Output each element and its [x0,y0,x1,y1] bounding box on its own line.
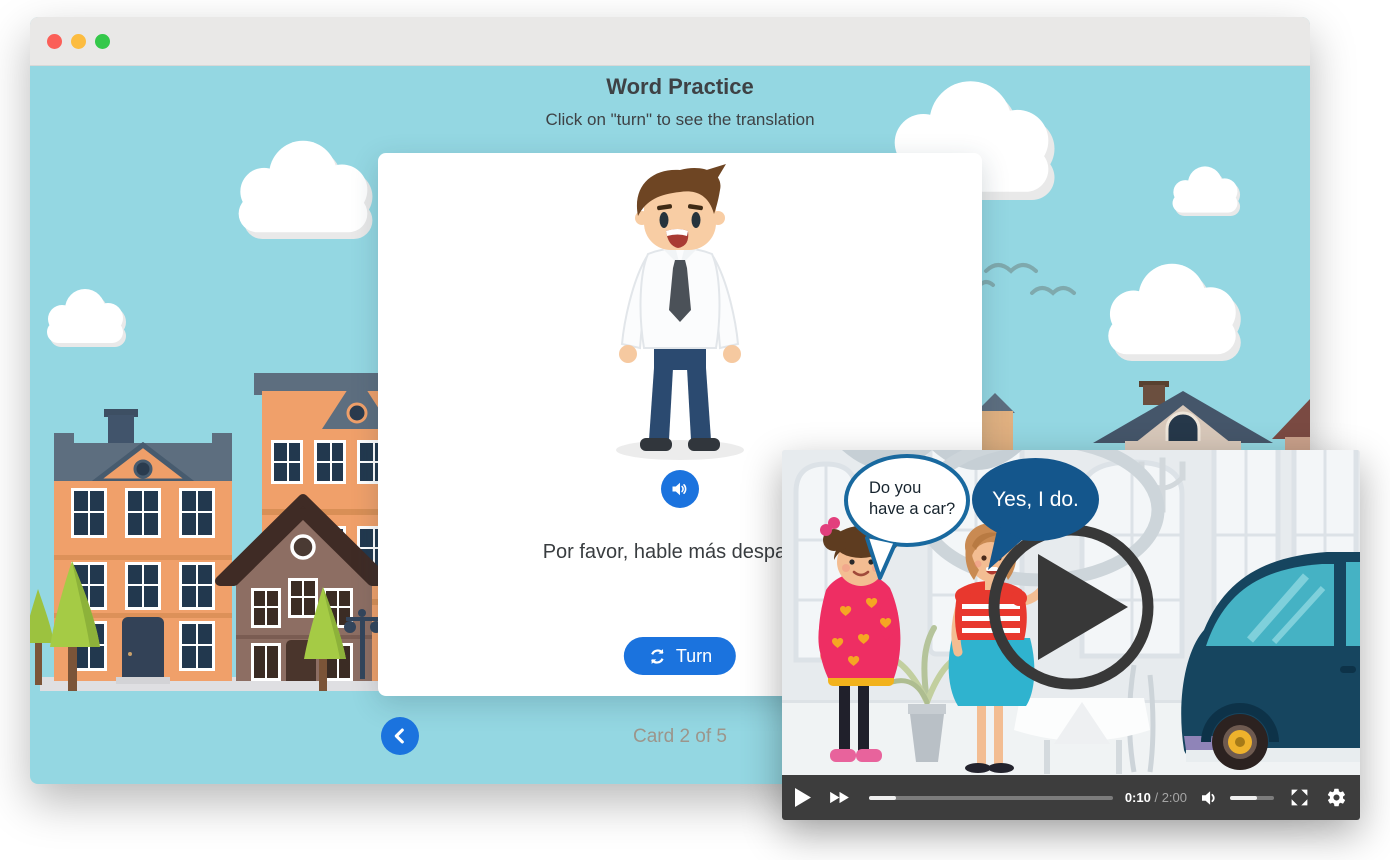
birds-illustration [980,251,1090,306]
mute-button[interactable] [1200,789,1222,807]
video-controls: 0:10 / 2:00 [782,775,1360,820]
gear-icon [1326,787,1347,808]
speech-bubble-answer: Yes, I do. [972,458,1099,541]
video-progress-bar[interactable] [869,796,1113,800]
cloud-illustration [1162,163,1248,216]
video-player: Do you have a car? Yes, I do. [782,450,1360,820]
time-separator: / [1151,790,1162,805]
speaker-icon [1200,789,1222,807]
fast-forward-icon [827,790,852,805]
cityscape-illustration [30,359,392,693]
cloud-illustration [218,134,388,239]
play-button[interactable] [795,788,811,807]
man-illustration [588,162,772,462]
zoom-window-button[interactable] [95,34,110,49]
speech-bubble-answer-text: Yes, I do. [992,488,1079,512]
close-window-button[interactable] [47,34,62,49]
page-title: Word Practice [378,74,982,100]
fast-forward-button[interactable] [827,790,852,805]
time-current: 0:10 [1125,790,1151,805]
cloud-illustration [35,285,135,347]
speech-bubble-tail [984,524,1024,574]
turn-button[interactable]: Turn [624,637,736,675]
audio-button[interactable] [661,470,699,508]
settings-button[interactable] [1326,787,1347,808]
video-progress-fill [869,796,896,800]
screen: Word Practice Click on "turn" to see the… [0,0,1390,860]
cloud-illustration [1088,257,1256,361]
play-icon [795,788,811,807]
volume-slider[interactable] [1230,796,1274,800]
minimize-window-button[interactable] [71,34,86,49]
houses-illustration [975,381,1310,453]
video-time-display: 0:10 / 2:00 [1125,790,1187,805]
page-subtitle: Click on "turn" to see the translation [278,110,1082,130]
turn-button-label: Turn [676,646,712,667]
speaker-icon [670,479,690,499]
refresh-icon [648,647,667,666]
fullscreen-button[interactable] [1289,787,1310,808]
time-duration: 2:00 [1162,790,1187,805]
window-titlebar [30,17,1310,66]
speech-bubble-tail [862,534,898,582]
speech-bubble-question-text: Do you have a car? [869,478,958,520]
expand-icon [1289,787,1310,808]
volume-fill [1230,796,1257,800]
speech-bubble-question: Do you have a car? [844,454,970,547]
